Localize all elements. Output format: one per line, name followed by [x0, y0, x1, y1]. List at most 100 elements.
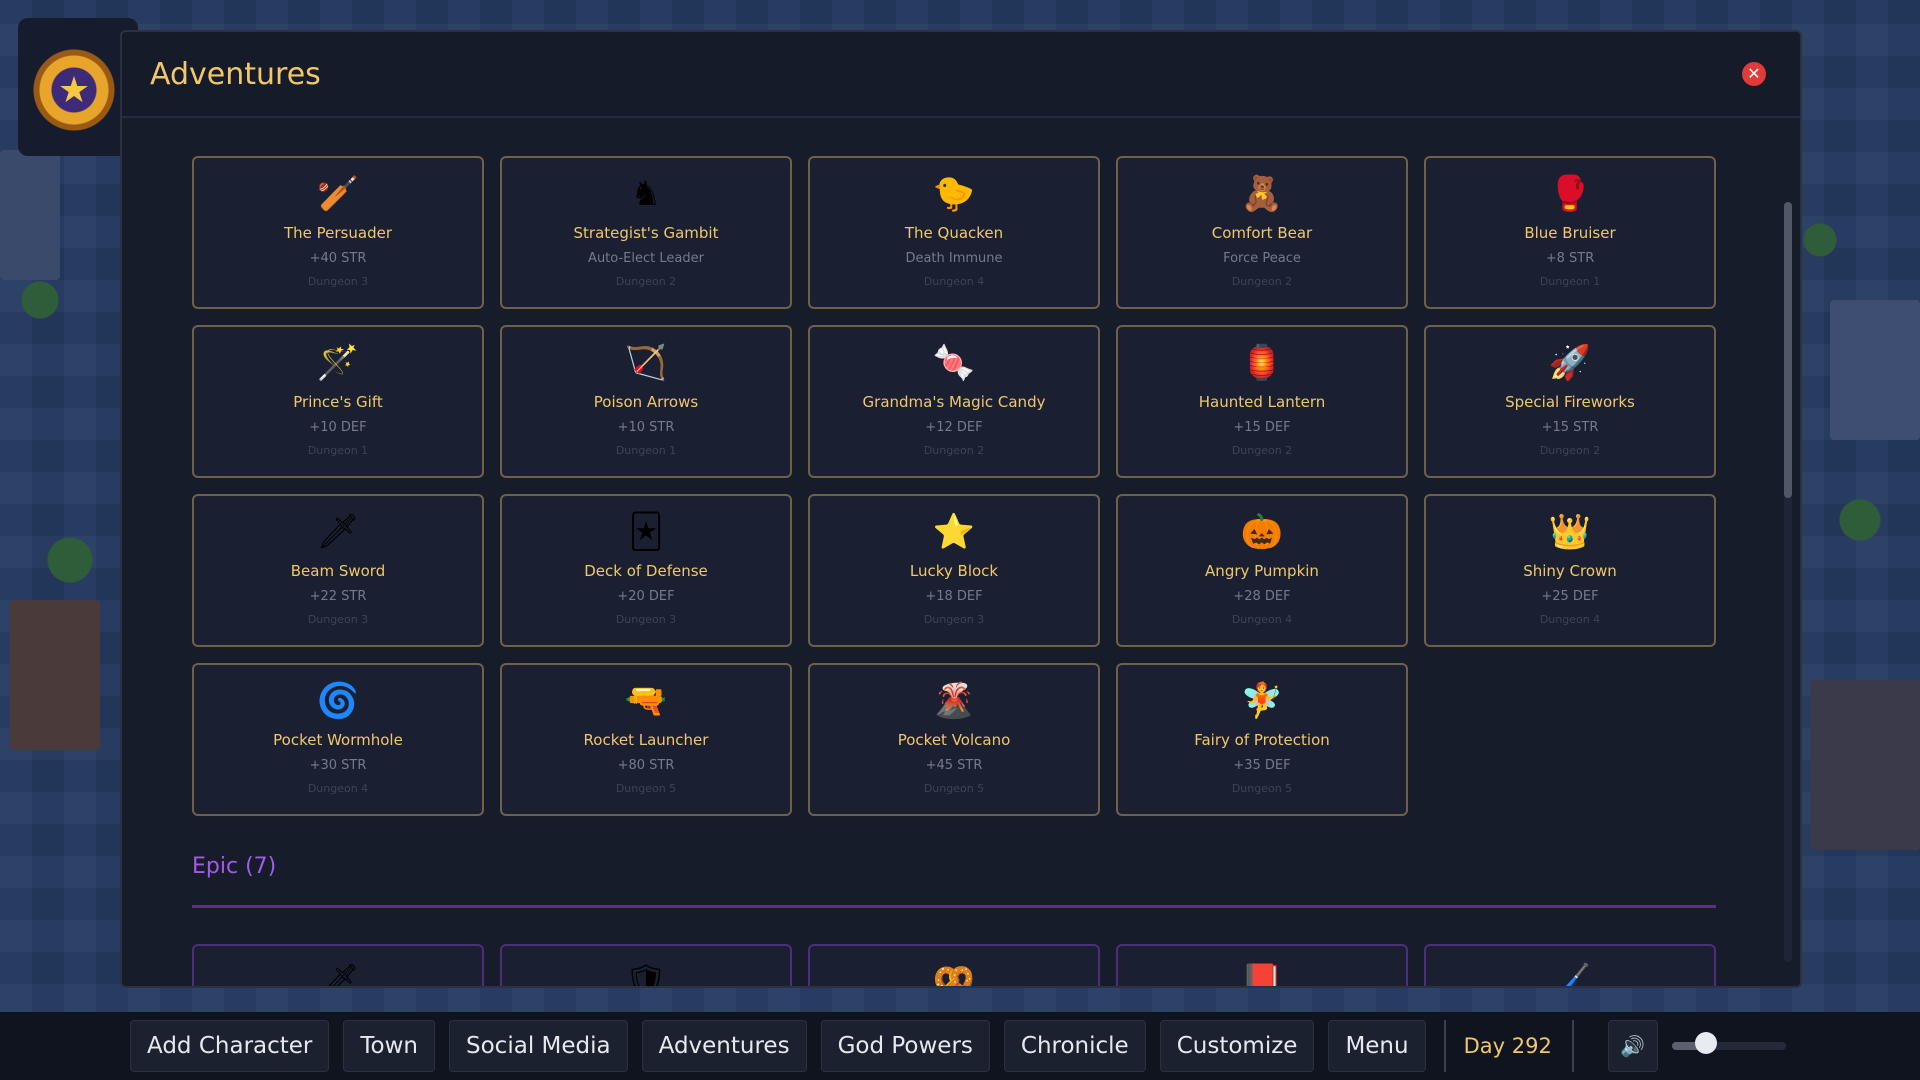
item-card-poison-arrows[interactable]: 🏹 Poison Arrows +10 STR Dungeon 1 — [500, 325, 792, 478]
item-card-rocket-launcher[interactable]: 🔫 Rocket Launcher +80 STR Dungeon 5 — [500, 663, 792, 816]
item-stat: +25 DEF — [1541, 589, 1599, 604]
volume-slider[interactable] — [1671, 1032, 1786, 1054]
item-dungeon: Dungeon 3 — [307, 275, 369, 288]
item-dungeon: Dungeon 5 — [923, 782, 985, 795]
epic-item-card[interactable]: 🥨 — [808, 944, 1100, 988]
grandma-s-magic-candy-icon: 🍬 — [932, 343, 976, 383]
item-stat: Auto-Elect Leader — [588, 251, 704, 266]
epic-item-icon: 🗡 — [316, 962, 360, 988]
close-icon[interactable]: ✕ — [1742, 62, 1766, 86]
item-stat: Death Immune — [905, 251, 1003, 266]
beam-sword-icon: 🗡 — [316, 512, 360, 552]
item-stat: +28 DEF — [1233, 589, 1291, 604]
item-card-shiny-crown[interactable]: 👑 Shiny Crown +25 DEF Dungeon 4 — [1424, 494, 1716, 647]
item-name: The Quacken — [904, 224, 1004, 242]
item-name: Poison Arrows — [593, 393, 699, 411]
item-stat: +15 DEF — [1233, 420, 1291, 435]
speaker-icon[interactable]: 🔊 — [1607, 1020, 1658, 1072]
item-card-comfort-bear[interactable]: 🧸 Comfort Bear Force Peace Dungeon 2 — [1116, 156, 1408, 309]
item-card-the-persuader[interactable]: 🏏 The Persuader +40 STR Dungeon 3 — [192, 156, 484, 309]
item-stat: +20 DEF — [617, 589, 675, 604]
scrollbar[interactable] — [1784, 202, 1792, 962]
item-name: Haunted Lantern — [1198, 393, 1326, 411]
item-stat: +15 STR — [1541, 420, 1599, 435]
item-name: Special Fireworks — [1505, 393, 1635, 411]
item-dungeon: Dungeon 2 — [1231, 275, 1293, 288]
item-dungeon: Dungeon 5 — [615, 782, 677, 795]
star-medal-icon: ★ — [32, 48, 116, 132]
deck-of-defense-icon: 🃏 — [628, 512, 664, 552]
item-card-angry-pumpkin[interactable]: 🎃 Angry Pumpkin +28 DEF Dungeon 4 — [1116, 494, 1408, 647]
item-card-special-fireworks[interactable]: 🚀 Special Fireworks +15 STR Dungeon 2 — [1424, 325, 1716, 478]
item-dungeon: Dungeon 2 — [923, 444, 985, 457]
item-stat: +10 DEF — [309, 420, 367, 435]
item-card-deck-of-defense[interactable]: 🃏 Deck of Defense +20 DEF Dungeon 3 — [500, 494, 792, 647]
legendary-items-grid: 🏏 The Persuader +40 STR Dungeon 3 ♞ Strategis… — [192, 156, 1800, 816]
items-scroll-area[interactable]: 🏏 The Persuader +40 STR Dungeon 3 ♞ Strategis… — [122, 120, 1800, 986]
town-button[interactable]: Town — [343, 1020, 436, 1072]
epic-item-card[interactable]: 📕 — [1116, 944, 1408, 988]
item-name: Angry Pumpkin — [1205, 562, 1319, 580]
panel-header: Adventures — [122, 32, 1800, 118]
the-persuader-icon: 🏏 — [316, 174, 360, 214]
customize-button[interactable]: Customize — [1159, 1020, 1315, 1072]
epic-section-label: Epic — [192, 854, 239, 879]
haunted-lantern-icon: 🏮 — [1240, 343, 1284, 383]
epic-item-card[interactable]: 🛡 — [500, 944, 792, 986]
angry-pumpkin-icon: 🎃 — [1240, 512, 1284, 552]
item-name: Lucky Block — [909, 562, 999, 580]
item-dungeon: Dungeon 5 — [1231, 782, 1293, 795]
item-dungeon: Dungeon 4 — [1539, 613, 1601, 626]
item-card-prince-s-gift[interactable]: 🪄 Prince's Gift +10 DEF Dungeon 1 — [192, 325, 484, 478]
epic-item-card[interactable]: 🏑 — [1424, 944, 1716, 988]
item-dungeon: Dungeon 1 — [615, 444, 677, 457]
item-stat: +35 DEF — [1233, 758, 1291, 773]
item-card-blue-bruiser[interactable]: 🥊 Blue Bruiser +8 STR Dungeon 1 — [1424, 156, 1716, 309]
epic-item-card[interactable]: 🗡 — [192, 944, 484, 988]
item-card-fairy-of-protection[interactable]: 🧚 Fairy of Protection +35 DEF Dungeon 5 — [1116, 663, 1408, 816]
item-card-the-quacken[interactable]: 🐤 The Quacken Death Immune Dungeon 4 — [808, 156, 1100, 309]
epic-item-icon: 📕 — [1240, 962, 1284, 988]
epic-item-icon: 🥨 — [932, 962, 976, 988]
day-counter: Day 292 — [1463, 1034, 1552, 1058]
item-dungeon: Dungeon 2 — [615, 275, 677, 288]
poison-arrows-icon: 🏹 — [624, 343, 668, 383]
pocket-volcano-icon: 🌋 — [932, 681, 976, 721]
adventures-panel: Adventures ✕ 🏏 The Persuader +40 STR Dungeo… — [120, 30, 1802, 988]
item-dungeon: Dungeon 1 — [307, 444, 369, 457]
item-name: Strategist's Gambit — [573, 224, 719, 242]
item-dungeon: Dungeon 4 — [307, 782, 369, 795]
item-card-pocket-volcano[interactable]: 🌋 Pocket Volcano +45 STR Dungeon 5 — [808, 663, 1100, 816]
item-stat: +18 DEF — [925, 589, 983, 604]
item-dungeon: Dungeon 4 — [923, 275, 985, 288]
epic-item-icon: 🏑 — [1548, 962, 1592, 988]
item-name: Deck of Defense — [584, 562, 708, 580]
adventures-button[interactable]: Adventures — [641, 1020, 807, 1072]
scrollbar-thumb[interactable] — [1784, 202, 1792, 498]
item-card-beam-sword[interactable]: 🗡 Beam Sword +22 STR Dungeon 3 — [192, 494, 484, 647]
menu-button[interactable]: Menu — [1328, 1020, 1426, 1072]
item-dungeon: Dungeon 3 — [923, 613, 985, 626]
volume-knob[interactable] — [1695, 1032, 1718, 1054]
chronicle-button[interactable]: Chronicle — [1003, 1020, 1146, 1072]
bottom-nav-bar: Add Character Town Social Media Adventur… — [0, 1012, 1920, 1080]
fairy-of-protection-icon: 🧚 — [1240, 681, 1284, 721]
add-character-button[interactable]: Add Character — [130, 1020, 330, 1072]
item-card-grandma-s-magic-candy[interactable]: 🍬 Grandma's Magic Candy +12 DEF Dungeon 2 — [808, 325, 1100, 478]
item-stat: +45 STR — [925, 758, 983, 773]
pocket-wormhole-icon: 🌀 — [316, 681, 360, 721]
item-dungeon: Dungeon 3 — [307, 613, 369, 626]
epic-section-title: Epic (7) — [192, 854, 1800, 879]
special-fireworks-icon: 🚀 — [1548, 343, 1592, 383]
item-stat: +12 DEF — [925, 420, 983, 435]
item-stat: Force Peace — [1223, 251, 1301, 266]
item-name: Pocket Wormhole — [273, 731, 403, 749]
blue-bruiser-icon: 🥊 — [1548, 174, 1592, 214]
item-card-lucky-block[interactable]: ⭐ Lucky Block +18 DEF Dungeon 3 — [808, 494, 1100, 647]
item-card-pocket-wormhole[interactable]: 🌀 Pocket Wormhole +30 STR Dungeon 4 — [192, 663, 484, 816]
item-card-strategist-s-gambit[interactable]: ♞ Strategist's Gambit Auto-Elect Leader Dun… — [500, 156, 792, 309]
social-media-button[interactable]: Social Media — [449, 1020, 628, 1072]
item-card-haunted-lantern[interactable]: 🏮 Haunted Lantern +15 DEF Dungeon 2 — [1116, 325, 1408, 478]
god-powers-button[interactable]: God Powers — [820, 1020, 990, 1072]
item-name: Shiny Crown — [1523, 562, 1617, 580]
